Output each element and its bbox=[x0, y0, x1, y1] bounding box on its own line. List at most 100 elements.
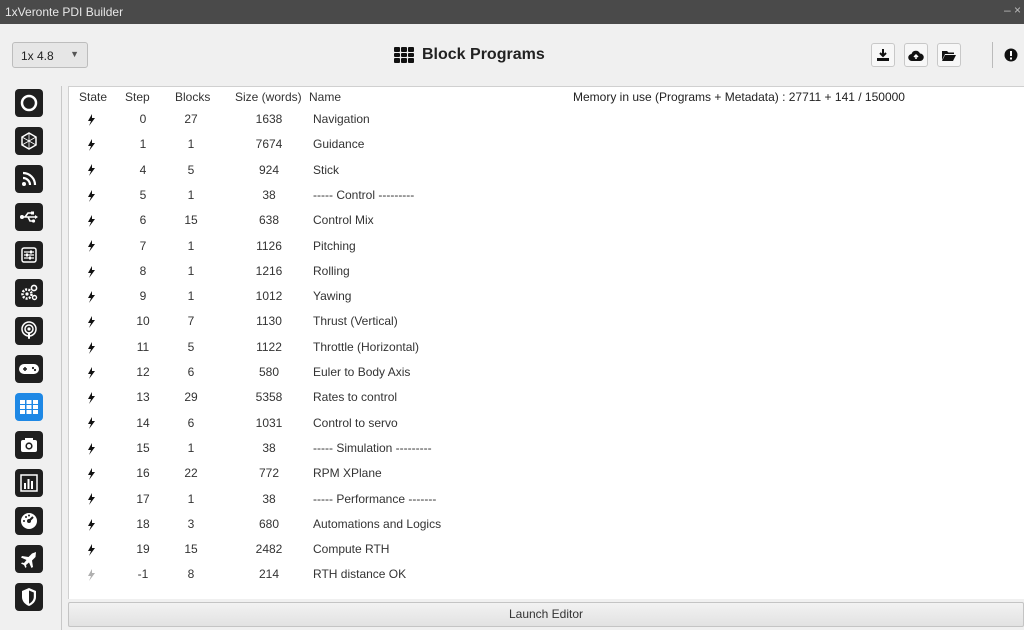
table-row[interactable]: 9 1 1012 Yawing bbox=[69, 284, 1024, 309]
window-titlebar: 1xVeronte PDI Builder – × bbox=[0, 0, 1024, 24]
state-icon[interactable] bbox=[87, 436, 95, 461]
table-row[interactable]: 1 1 7674 Guidance bbox=[69, 132, 1024, 157]
sidebar-item-hexagon[interactable] bbox=[15, 127, 43, 155]
table-row[interactable]: 10 7 1130 Thrust (Vertical) bbox=[69, 309, 1024, 334]
state-icon[interactable] bbox=[87, 158, 95, 183]
bolt-icon bbox=[88, 164, 95, 177]
bolt-icon bbox=[88, 468, 95, 481]
state-icon[interactable] bbox=[87, 487, 95, 512]
state-icon[interactable] bbox=[87, 335, 95, 360]
table-row[interactable]: 7 1 1126 Pitching bbox=[69, 234, 1024, 259]
size-cell: 214 bbox=[258, 567, 280, 582]
sidebar-item-podcast[interactable] bbox=[15, 317, 43, 345]
table-row[interactable]: 14 6 1031 Control to servo bbox=[69, 411, 1024, 436]
step-cell: 5 bbox=[139, 187, 147, 202]
signal-icon bbox=[22, 171, 37, 186]
step-cell: 18 bbox=[136, 516, 150, 531]
name-cell: Automations and Logics bbox=[313, 516, 442, 531]
state-icon[interactable] bbox=[87, 537, 95, 562]
gears-icon bbox=[21, 284, 38, 301]
cloud-upload-button[interactable] bbox=[904, 43, 928, 67]
sidebar-item-signal[interactable] bbox=[15, 165, 43, 193]
bolt-icon bbox=[88, 493, 95, 506]
table-row[interactable]: 4 5 924 Stick bbox=[69, 158, 1024, 183]
state-icon[interactable] bbox=[87, 107, 95, 132]
header-state: State bbox=[79, 90, 108, 104]
sidebar-item-plane[interactable] bbox=[15, 545, 43, 573]
camera-icon bbox=[21, 438, 37, 452]
step-cell: 6 bbox=[139, 213, 147, 228]
blocks-cell: 15 bbox=[184, 542, 198, 557]
name-cell: ----- Performance ------- bbox=[313, 491, 437, 506]
info-button[interactable] bbox=[1004, 43, 1024, 67]
name-cell: Euler to Body Axis bbox=[313, 365, 411, 379]
name-cell: Rolling bbox=[313, 263, 350, 278]
table-row[interactable]: 8 1 1216 Rolling bbox=[69, 259, 1024, 284]
state-icon[interactable] bbox=[87, 183, 95, 208]
step-cell: 4 bbox=[139, 162, 147, 177]
sidebar-item-usb[interactable] bbox=[15, 203, 43, 231]
table-row[interactable]: 6 15 638 Control Mix bbox=[69, 208, 1024, 233]
table-row[interactable]: 12 6 580 Euler to Body Axis bbox=[69, 360, 1024, 385]
sidebar-item-sliders[interactable] bbox=[15, 241, 43, 269]
bolt-icon bbox=[88, 442, 95, 455]
podcast-icon bbox=[21, 321, 37, 339]
table-row[interactable]: 19 15 2482 Compute RTH bbox=[69, 537, 1024, 562]
state-icon[interactable] bbox=[87, 411, 95, 436]
blocks-cell: 5 bbox=[187, 339, 195, 354]
bolt-icon bbox=[88, 543, 95, 556]
open-folder-button[interactable] bbox=[937, 43, 961, 67]
blocks-cell: 8 bbox=[187, 567, 195, 582]
download-button[interactable] bbox=[871, 43, 895, 67]
state-icon[interactable] bbox=[87, 259, 95, 284]
table-row[interactable]: 18 3 680 Automations and Logics bbox=[69, 512, 1024, 537]
sidebar-item-gears[interactable] bbox=[15, 279, 43, 307]
table-row[interactable]: 11 5 1122 Throttle (Horizontal) bbox=[69, 335, 1024, 360]
version-select[interactable]: 1x 4.8 ▼ bbox=[12, 42, 88, 68]
sidebar-item-gamepad[interactable] bbox=[15, 355, 43, 383]
sidebar-item-camera[interactable] bbox=[15, 431, 43, 459]
sidebar-item-dashboard[interactable] bbox=[15, 507, 43, 535]
connection-icon bbox=[20, 94, 38, 112]
state-icon[interactable] bbox=[87, 360, 95, 385]
state-icon[interactable] bbox=[87, 512, 95, 537]
sidebar-item-connection[interactable] bbox=[15, 89, 43, 117]
table-row[interactable]: 5 1 38 ----- Control --------- bbox=[69, 183, 1024, 208]
info-icon bbox=[1004, 48, 1018, 62]
table-row[interactable]: 0 27 1638 Navigation bbox=[69, 107, 1024, 132]
launch-editor-button[interactable]: Launch Editor bbox=[68, 602, 1024, 627]
name-cell: Throttle (Horizontal) bbox=[313, 339, 420, 354]
blocks-cell: 27 bbox=[184, 112, 198, 126]
state-icon[interactable] bbox=[87, 234, 95, 259]
name-cell: Stick bbox=[313, 162, 340, 177]
cloud-upload-icon bbox=[908, 50, 924, 61]
table-row[interactable]: 13 29 5358 Rates to control bbox=[69, 385, 1024, 410]
sidebar-item-bar-chart[interactable] bbox=[15, 469, 43, 497]
bolt-icon bbox=[88, 366, 95, 379]
name-cell: Rates to control bbox=[313, 390, 398, 405]
sidebar-item-block-programs[interactable] bbox=[15, 393, 43, 421]
state-icon[interactable] bbox=[87, 562, 95, 587]
table-row[interactable]: 15 1 38 ----- Simulation --------- bbox=[69, 436, 1024, 461]
name-cell: RTH distance OK bbox=[313, 567, 407, 582]
usb-icon bbox=[20, 211, 38, 223]
blocks-cell: 1 bbox=[187, 491, 195, 506]
state-icon[interactable] bbox=[87, 132, 95, 157]
state-icon[interactable] bbox=[87, 208, 95, 233]
table-row[interactable]: 17 1 38 ----- Performance ------- bbox=[69, 487, 1024, 512]
state-icon[interactable] bbox=[87, 385, 95, 410]
blocks-cell: 6 bbox=[187, 365, 195, 379]
header-step: Step bbox=[125, 90, 150, 104]
name-cell: Guidance bbox=[313, 137, 365, 152]
window-controls[interactable]: – × bbox=[1004, 3, 1021, 17]
sidebar-item-shield[interactable] bbox=[15, 583, 43, 611]
header-size: Size (words) bbox=[235, 90, 302, 104]
hexagon-icon bbox=[21, 132, 37, 150]
state-icon[interactable] bbox=[87, 309, 95, 334]
state-icon[interactable] bbox=[87, 284, 95, 309]
state-icon[interactable] bbox=[87, 461, 95, 486]
page-title-text: Block Programs bbox=[422, 46, 545, 63]
table-row[interactable]: 16 22 772 RPM XPlane bbox=[69, 461, 1024, 486]
name-cell: Compute RTH bbox=[313, 542, 390, 557]
table-row[interactable]: -1 8 214 RTH distance OK bbox=[69, 562, 1024, 587]
